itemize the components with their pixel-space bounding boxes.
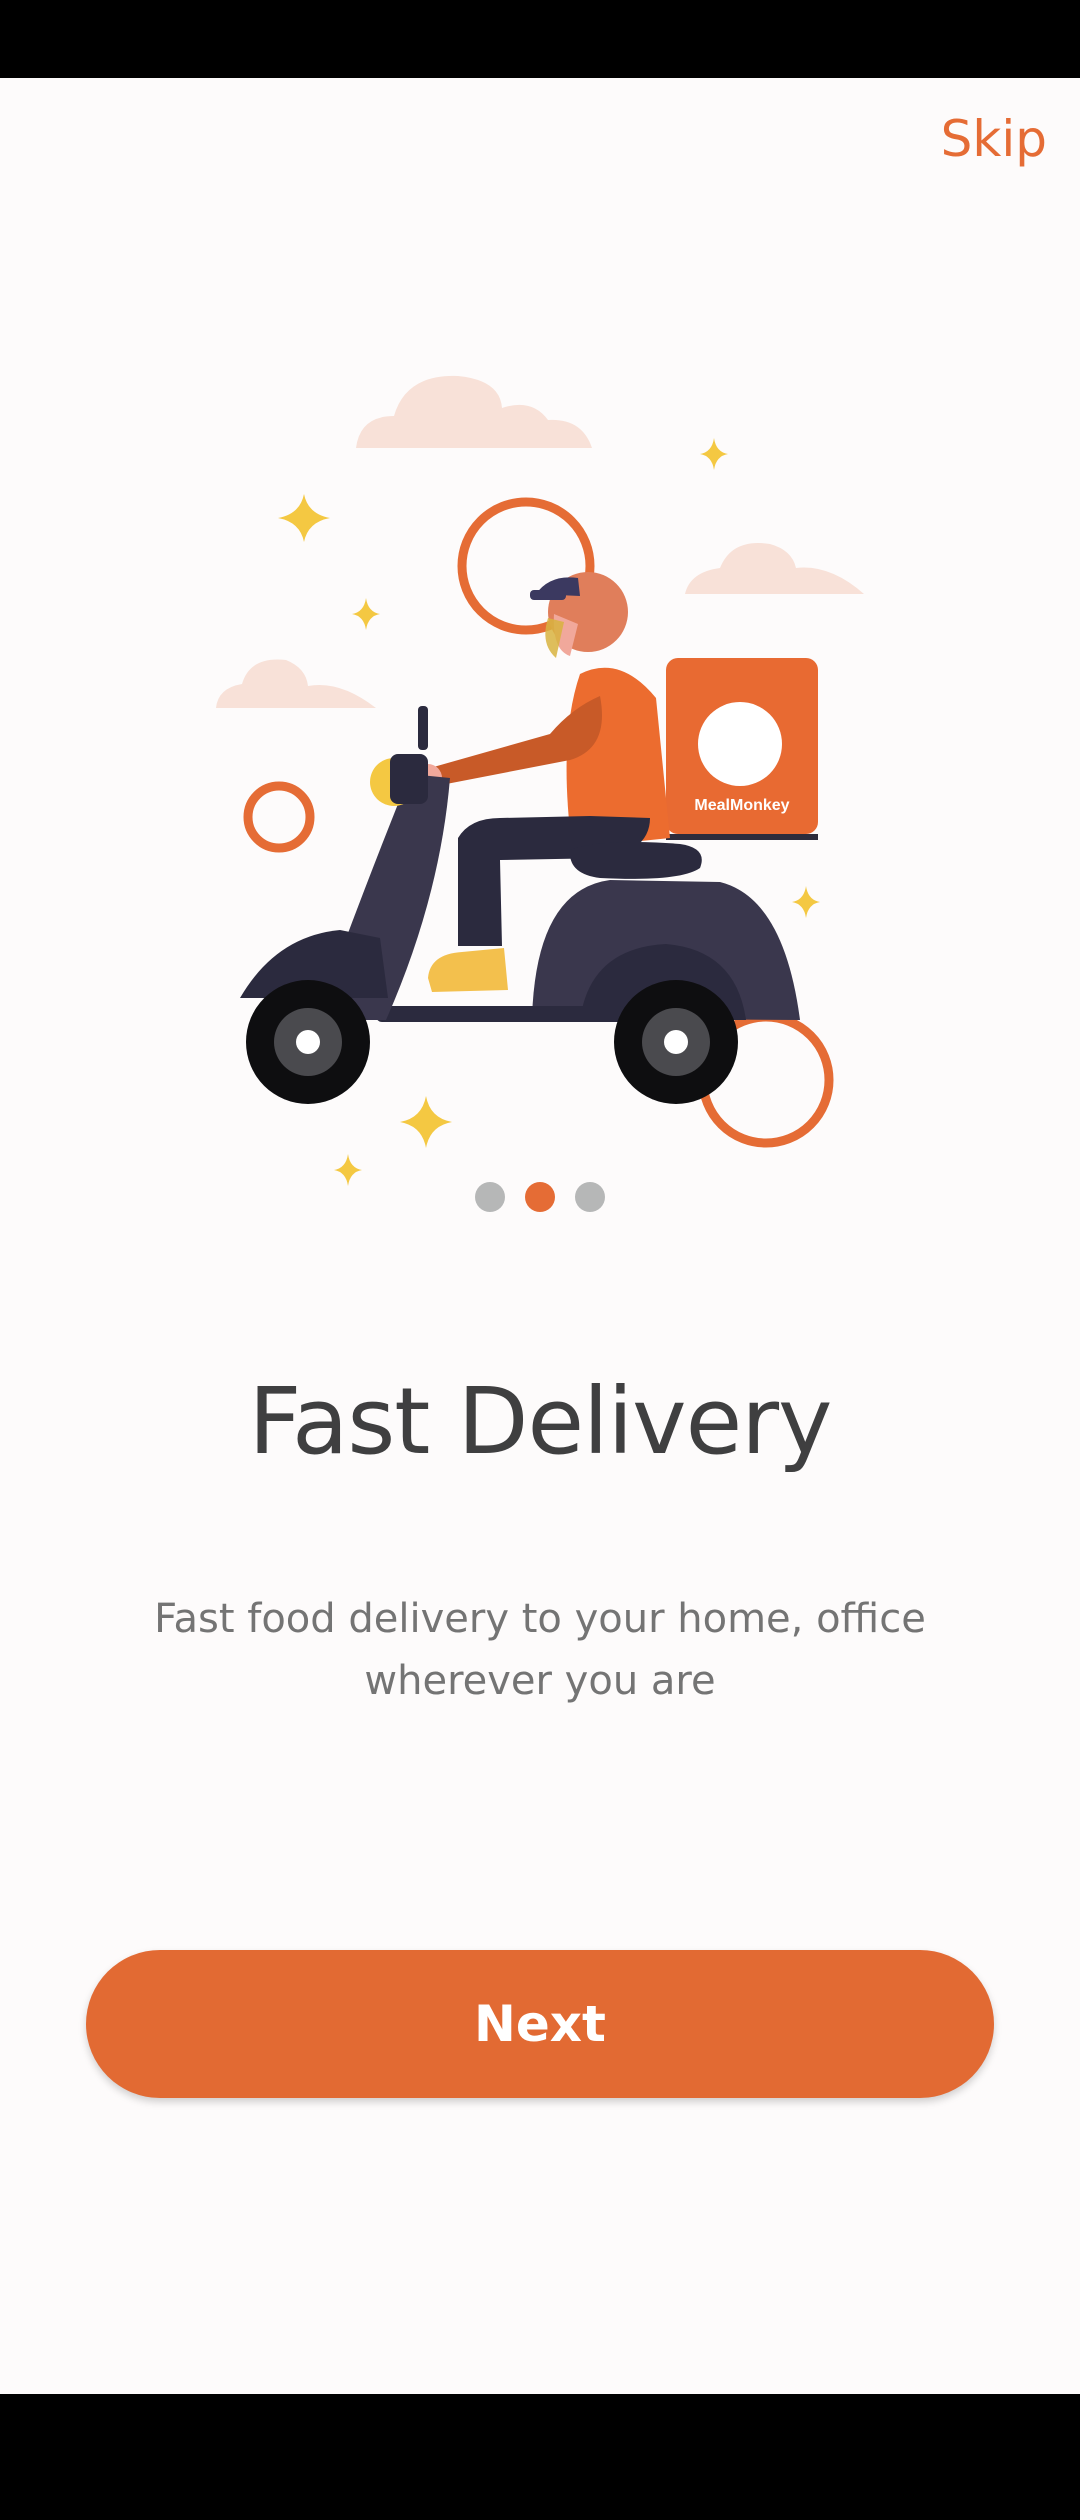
subtitle-line: wherever you are xyxy=(364,1658,716,1704)
sparkle-icon xyxy=(278,494,330,542)
page-dot[interactable] xyxy=(575,1182,605,1212)
sparkle-icon xyxy=(700,438,728,470)
status-bar xyxy=(0,0,1080,78)
sparkle-icon xyxy=(792,886,820,918)
cloud-icon xyxy=(216,659,376,708)
sparkle-icon xyxy=(400,1096,452,1148)
page-subtitle: Fast food delivery to your home, office … xyxy=(100,1588,980,1712)
page-indicator xyxy=(0,1182,1080,1212)
page-dot[interactable] xyxy=(475,1182,505,1212)
navigation-bar xyxy=(0,2394,1080,2520)
sparkle-icon xyxy=(352,598,380,630)
brand-label: MealMonkey xyxy=(694,797,789,814)
delivery-scooter-illustration: MealMonkey xyxy=(216,375,864,1186)
cloud-icon xyxy=(685,543,864,594)
skip-button[interactable]: Skip xyxy=(941,110,1047,168)
ring-decoration xyxy=(243,781,315,853)
page-dot-active[interactable] xyxy=(525,1182,555,1212)
page-title: Fast Delivery xyxy=(248,1368,833,1475)
onboarding-screen: Skip MealMonkey Fast Delivery Fast food … xyxy=(0,78,1080,2394)
delivery-box: MealMonkey xyxy=(666,658,818,840)
cloud-icon xyxy=(356,375,592,448)
next-button[interactable]: Next xyxy=(86,1950,994,2098)
subtitle-line: Fast food delivery to your home, office xyxy=(154,1596,926,1642)
